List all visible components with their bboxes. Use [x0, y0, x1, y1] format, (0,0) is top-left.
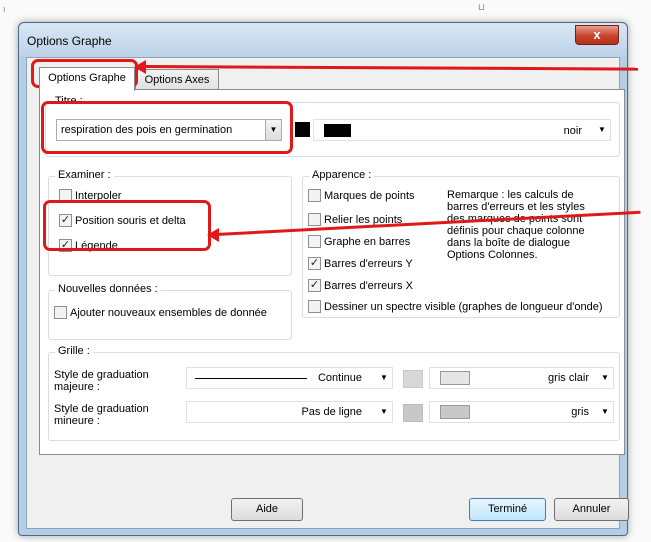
close-icon: x	[593, 27, 601, 42]
remarque-line: dans la boîte de dialogue	[447, 237, 570, 249]
line-style-sample	[195, 378, 307, 379]
options-graphe-dialog: Options Graphe x Options Graphe Options …	[18, 22, 629, 536]
major-color-combo[interactable]: gris clair ▼	[429, 367, 614, 389]
background-mark: ⊔	[478, 2, 486, 12]
button-label: Annuler	[572, 503, 611, 515]
remarque-line: définis pour chaque colonne	[447, 225, 585, 237]
nouvelles-group-label: Nouvelles données :	[55, 283, 161, 295]
checkbox-label: Marques de points	[324, 190, 415, 202]
checkbox-icon[interactable]	[308, 234, 321, 248]
close-button[interactable]: x	[575, 25, 619, 45]
checkbox-marques-points[interactable]: Marques de points	[308, 188, 415, 205]
grille-group: Grille : Style de graduation majeure : C…	[48, 345, 620, 441]
minor-color-sample	[440, 405, 470, 419]
grid-minor-label: Style de graduation mineure :	[54, 403, 149, 427]
title-color-combo[interactable]: noir ▼	[313, 119, 611, 141]
minor-style-value: Pas de ligne	[301, 406, 362, 418]
grid-label-line: Style de graduation	[54, 403, 149, 415]
checkbox-icon[interactable]: ✓	[308, 256, 321, 270]
major-color-swatch[interactable]	[403, 370, 423, 388]
grille-group-label: Grille :	[55, 345, 93, 357]
title-bar[interactable]: Options Graphe x	[19, 23, 627, 57]
checkbox-spectre-visible[interactable]: Dessiner un spectre visible (graphes de …	[308, 299, 603, 316]
background-vertical-text	[2, 200, 16, 450]
checkbox-label: Barres d'erreurs X	[324, 280, 413, 292]
annotation-box-title	[41, 101, 293, 154]
remarque-line: barres d'erreurs et les styles	[447, 201, 585, 213]
checkbox-icon[interactable]	[54, 305, 67, 319]
dropdown-arrow-icon[interactable]: ▼	[597, 402, 613, 422]
remarque-note: Remarque : les calculs de barres d'erreu…	[447, 189, 585, 261]
major-color-value: gris clair	[548, 372, 589, 384]
checkbox-label: Dessiner un spectre visible (graphes de …	[324, 301, 603, 313]
checkbox-label: Ajouter nouveaux ensembles de donnée	[70, 307, 267, 319]
dropdown-arrow-icon[interactable]: ▼	[376, 402, 392, 422]
checkbox-icon[interactable]	[308, 299, 321, 313]
grid-label-line: Style de graduation	[54, 369, 149, 381]
checkbox-label: Barres d'erreurs Y	[324, 258, 413, 270]
major-color-sample	[440, 371, 470, 385]
minor-color-swatch[interactable]	[403, 404, 423, 422]
annuler-button[interactable]: Annuler	[554, 498, 629, 521]
grid-label-line: majeure :	[54, 381, 100, 393]
apparence-group: Apparence : Marques de points Relier les…	[302, 169, 620, 318]
title-color-swatch[interactable]	[295, 122, 310, 137]
nouvelles-donnees-group: Nouvelles données : Ajouter nouveaux ens…	[48, 283, 292, 340]
remarque-line: Options Colonnes.	[447, 249, 538, 261]
checkbox-icon[interactable]	[308, 188, 321, 202]
button-label: Terminé	[487, 503, 528, 515]
tab-label: Options Axes	[144, 74, 210, 86]
examiner-group-label: Examiner :	[55, 169, 114, 181]
grid-label-line: mineure :	[54, 415, 100, 427]
minor-color-value: gris	[571, 406, 589, 418]
checkbox-label: Graphe en barres	[324, 236, 411, 248]
major-style-combo[interactable]: Continue ▼	[186, 367, 393, 389]
window-title: Options Graphe	[27, 34, 112, 48]
grid-major-label: Style de graduation majeure :	[54, 369, 149, 393]
dropdown-arrow-icon[interactable]: ▼	[594, 120, 610, 140]
remarque-line: Remarque : les calculs de	[447, 189, 574, 201]
major-style-value: Continue	[317, 372, 362, 384]
dropdown-arrow-icon[interactable]: ▼	[597, 368, 613, 388]
minor-style-combo[interactable]: Pas de ligne ▼	[186, 401, 393, 423]
checkbox-ajouter-ensembles[interactable]: Ajouter nouveaux ensembles de donnée	[54, 305, 267, 322]
checkbox-icon[interactable]	[308, 212, 321, 226]
button-label: Aide	[255, 503, 279, 515]
tab-options-graphe[interactable]: Options Graphe	[39, 67, 135, 91]
tab-label: Options Graphe	[48, 72, 126, 84]
apparence-group-label: Apparence :	[309, 169, 375, 181]
termine-button[interactable]: Terminé	[469, 498, 546, 521]
title-color-sample	[324, 124, 351, 137]
background-mark: ı	[3, 4, 6, 14]
aide-button[interactable]: Aide	[231, 498, 303, 521]
minor-color-combo[interactable]: gris ▼	[429, 401, 614, 423]
checkbox-graphe-barres[interactable]: Graphe en barres	[308, 234, 411, 251]
checkbox-barres-erreurs-y[interactable]: ✓ Barres d'erreurs Y	[308, 256, 413, 273]
annotation-box-legend	[43, 200, 211, 251]
checkbox-barres-erreurs-x[interactable]: ✓ Barres d'erreurs X	[308, 278, 413, 295]
title-color-value: noir	[563, 125, 582, 137]
dropdown-arrow-icon[interactable]: ▼	[376, 368, 392, 388]
checkbox-icon[interactable]: ✓	[308, 278, 321, 292]
tab-options-axes[interactable]: Options Axes	[135, 69, 219, 91]
